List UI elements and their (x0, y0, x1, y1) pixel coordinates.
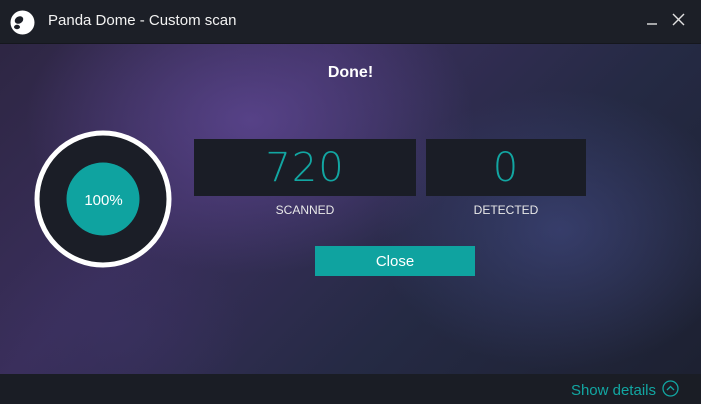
minimize-icon (646, 13, 658, 31)
show-details-label: Show details (570, 382, 656, 399)
detected-count: 0 (492, 144, 520, 191)
panda-logo-icon (10, 10, 35, 35)
close-button[interactable]: Close (315, 246, 475, 276)
scanned-panel: 720 (194, 139, 416, 196)
show-details-link[interactable]: Show details (571, 380, 679, 401)
window-title: Panda Dome - Custom scan (48, 12, 237, 29)
close-icon (672, 13, 685, 31)
detected-label: DETECTED (473, 203, 539, 217)
footer-bar: Show details (0, 374, 701, 404)
close-window-button[interactable] (664, 8, 692, 36)
detected-panel: 0 (426, 139, 586, 196)
scan-status: Done! (327, 64, 374, 81)
minimize-button[interactable] (638, 8, 666, 36)
scan-window: Panda Dome - Custom scan Done! 100% 720 … (0, 0, 701, 404)
title-bar: Panda Dome - Custom scan (0, 0, 701, 44)
scanned-label: SCANNED (275, 203, 335, 217)
progress-percent: 100% (84, 192, 123, 209)
scanned-count: 720 (265, 144, 345, 191)
chevron-up-circle-icon (662, 380, 679, 401)
